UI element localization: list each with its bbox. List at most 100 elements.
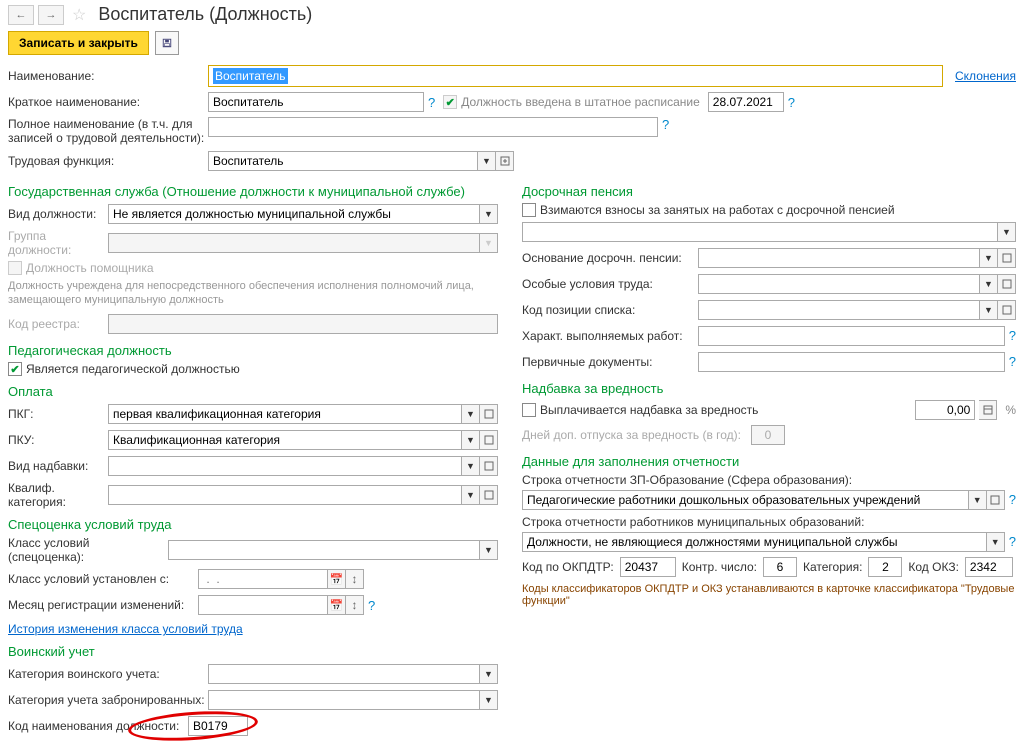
hazard-paid-label: Выплачивается надбавка за вредность	[540, 403, 758, 417]
sout-class-input[interactable]	[168, 540, 480, 560]
name-input[interactable]: Воспитатель	[208, 65, 943, 87]
zp-report-input[interactable]	[522, 490, 969, 510]
primary-docs-label: Первичные документы:	[522, 355, 698, 369]
pension-contrib-checkbox[interactable]	[522, 203, 536, 217]
dropdown-button[interactable]: ▼	[462, 430, 480, 450]
dropdown-button[interactable]: ▼	[462, 404, 480, 424]
qualif-category-input[interactable]	[108, 485, 462, 505]
sout-class-label: Класс условий (спецоценка):	[8, 536, 168, 564]
save-button[interactable]	[155, 31, 179, 55]
help-icon[interactable]: ?	[788, 95, 795, 110]
hazard-paid-checkbox[interactable]	[522, 403, 536, 417]
short-name-label: Краткое наименование:	[8, 95, 208, 109]
dropdown-button[interactable]: ▼	[480, 204, 498, 224]
lookup-button[interactable]	[480, 456, 498, 476]
lookup-button[interactable]	[480, 485, 498, 505]
pension-contrib-label: Взимаются взносы за занятых на работах с…	[540, 203, 895, 217]
help-icon[interactable]: ?	[368, 598, 375, 613]
dropdown-button[interactable]: ▼	[480, 540, 498, 560]
mun-report-input[interactable]	[522, 532, 987, 552]
help-icon[interactable]: ?	[1009, 534, 1016, 549]
help-icon[interactable]: ?	[428, 95, 435, 110]
primary-docs-input[interactable]	[698, 352, 1005, 372]
sout-month-input[interactable]	[198, 595, 328, 615]
in-staff-label: Должность введена в штатное расписание	[461, 95, 700, 109]
okz-input[interactable]	[965, 557, 1013, 577]
dropdown-button[interactable]: ▼	[462, 485, 480, 505]
okpdtr-input[interactable]	[620, 557, 676, 577]
nav-forward-button[interactable]: →	[38, 5, 64, 25]
assistant-hint: Должность учреждена для непосредственног…	[8, 279, 498, 308]
hazard-amount-input[interactable]	[915, 400, 975, 420]
lookup-button[interactable]	[998, 274, 1016, 294]
lookup-button[interactable]	[480, 404, 498, 424]
clear-button[interactable]: ↕	[346, 595, 364, 615]
military-code-input[interactable]	[188, 716, 248, 736]
sout-history-link[interactable]: История изменения класса условий труда	[8, 622, 243, 636]
classifier-note: Коды классификаторов ОКПДТР и ОКЗ устана…	[522, 583, 1016, 607]
dropdown-button[interactable]: ▼	[969, 490, 987, 510]
dropdown-button[interactable]: ▼	[480, 690, 498, 710]
pension-conditions-input[interactable]	[698, 274, 980, 294]
zp-report-label: Строка отчетности ЗП-Образование (Сфера …	[522, 473, 1016, 487]
nav-back-button[interactable]: ←	[8, 5, 34, 25]
help-icon[interactable]: ?	[1009, 328, 1016, 343]
pku-input[interactable]	[108, 430, 462, 450]
military-reserved-input[interactable]	[208, 690, 480, 710]
dropdown-button[interactable]: ▼	[980, 274, 998, 294]
lookup-button[interactable]	[998, 248, 1016, 268]
sout-month-label: Месяц регистрации изменений:	[8, 598, 198, 612]
pension-basis-input[interactable]	[698, 248, 980, 268]
hazard-days-input	[751, 425, 785, 445]
kontr-input[interactable]	[763, 557, 797, 577]
calculator-button[interactable]	[979, 400, 997, 420]
save-icon	[162, 36, 172, 50]
category-code-input[interactable]	[868, 557, 902, 577]
section-military: Воинский учет	[8, 644, 498, 659]
dropdown-button[interactable]: ▼	[462, 456, 480, 476]
labor-func-input[interactable]	[208, 151, 478, 171]
registry-code-label: Код реестра:	[8, 317, 108, 331]
lookup-button[interactable]	[987, 490, 1005, 510]
position-type-input[interactable]	[108, 204, 480, 224]
declensions-link[interactable]: Склонения	[955, 69, 1016, 83]
help-icon[interactable]: ?	[662, 117, 669, 132]
percent-label: %	[1005, 403, 1016, 417]
name-value-selection: Воспитатель	[213, 68, 288, 84]
lookup-button[interactable]	[496, 151, 514, 171]
sout-since-label: Класс условий установлен с:	[8, 572, 198, 586]
favorite-star-icon[interactable]: ☆	[72, 5, 86, 25]
position-type-label: Вид должности:	[8, 207, 108, 221]
pkg-input[interactable]	[108, 404, 462, 424]
dropdown-button[interactable]: ▼	[980, 300, 998, 320]
is-pedagog-checkbox[interactable]	[8, 362, 22, 376]
section-gov-service: Государственная служба (Отношение должно…	[8, 184, 498, 199]
help-icon[interactable]: ?	[1009, 354, 1016, 369]
short-name-input[interactable]	[208, 92, 424, 112]
pension-position-code-input[interactable]	[698, 300, 980, 320]
name-label: Наименование:	[8, 69, 208, 83]
sout-since-date-input[interactable]	[198, 569, 328, 589]
full-name-input[interactable]	[208, 117, 658, 137]
pension-basis-label: Основание досрочн. пенсии:	[522, 251, 698, 265]
dropdown-button[interactable]: ▼	[980, 248, 998, 268]
military-category-input[interactable]	[208, 664, 480, 684]
pension-tariff-input[interactable]	[522, 222, 998, 242]
save-and-close-button[interactable]: Записать и закрыть	[8, 31, 149, 55]
clear-button[interactable]: ↕	[346, 569, 364, 589]
help-icon[interactable]: ?	[1009, 492, 1016, 507]
dropdown-button[interactable]: ▼	[480, 664, 498, 684]
calendar-button[interactable]: 📅	[328, 595, 346, 615]
calendar-button[interactable]: 📅	[328, 569, 346, 589]
dropdown-button[interactable]: ▼	[987, 532, 1005, 552]
work-char-input[interactable]	[698, 326, 1005, 346]
lookup-button[interactable]	[998, 300, 1016, 320]
allowance-type-input[interactable]	[108, 456, 462, 476]
open-icon	[1002, 305, 1012, 315]
okpdtr-label: Код по ОКПДТР:	[522, 560, 614, 574]
dropdown-button[interactable]: ▼	[478, 151, 496, 171]
section-payment: Оплата	[8, 384, 498, 399]
lookup-button[interactable]	[480, 430, 498, 450]
dropdown-button[interactable]: ▼	[998, 222, 1016, 242]
in-staff-date-input[interactable]	[708, 92, 784, 112]
